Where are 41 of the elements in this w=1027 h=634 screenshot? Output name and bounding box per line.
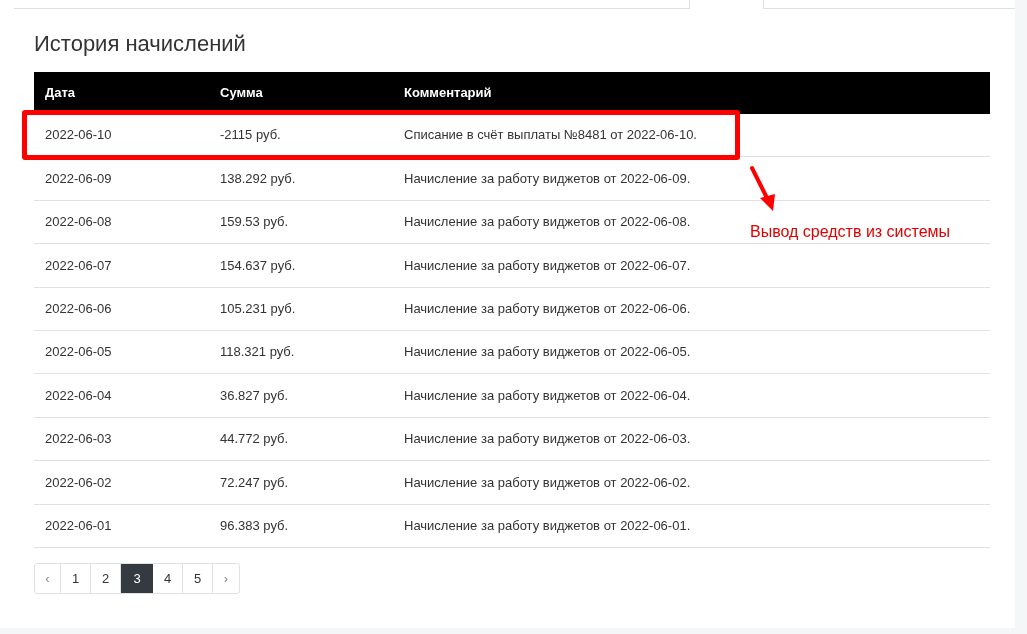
table-cell-text: Начисление за работу виджетов от 2022-06-01. (403, 516, 691, 535)
table-cell-text: 96.383 руб. (219, 516, 290, 535)
table-cell-text: Начисление за работу виджетов от 2022-06-07. (403, 256, 691, 275)
table-cell-text: 154.637 руб. (219, 256, 297, 275)
page-button[interactable]: 4 (153, 563, 183, 593)
column-header: Сумма (219, 84, 264, 103)
column-header: Дата (44, 84, 77, 103)
table-cell-text: 159.53 руб. (219, 213, 290, 232)
table-cell-text: Начисление за работу виджетов от 2022-06-04. (403, 386, 691, 405)
table-cell-text: Начисление за работу виджетов от 2022-06-02. (403, 473, 691, 492)
next-page-button[interactable]: › (213, 563, 239, 593)
table-cell-text: Начисление за работу виджетов от 2022-06-05. (403, 343, 691, 362)
page-button[interactable]: 3 (121, 563, 153, 593)
table-cell-text: 2022-06-04 (44, 386, 113, 405)
section-title: История начислений (34, 31, 247, 57)
annotation-label: Вывод средств из системы (750, 222, 951, 242)
table-cell-text: 2022-06-06 (44, 300, 113, 318)
table-cell-text: 2022-06-05 (44, 343, 113, 362)
table-cell-text: 2022-06-10 (44, 126, 113, 145)
table-cell-text: 2022-06-03 (44, 430, 113, 449)
previous-page-button[interactable]: ‹ (35, 563, 61, 593)
table-cell-text: 72.247 руб. (219, 473, 290, 492)
table-cell-text: Начисление за работу виджетов от 2022-06-08. (403, 213, 691, 232)
table-cell-text: 2022-06-09 (44, 169, 113, 188)
column-header: Комментарий (403, 84, 492, 103)
table-cell-text: 2022-06-02 (44, 473, 113, 492)
table-cell-text: 2022-06-01 (44, 516, 113, 535)
table-cell-text: Начисление за работу виджетов от 2022-06-03. (403, 430, 691, 449)
table-cell-text: Списание в счёт выплаты №8481 от 2022-06-10. (403, 126, 697, 145)
table-cell-text: 36.827 руб. (219, 386, 290, 405)
page-button[interactable]: 1 (61, 563, 91, 593)
table-cell-text: 118.321 руб. (219, 343, 296, 362)
table-cell-text: Начисление за работу виджетов от 2022-06-06. (403, 300, 691, 318)
page-button[interactable]: 5 (183, 563, 213, 593)
table-cell-text: 44.772 руб. (219, 430, 290, 449)
table-cell-text: 105.231 руб. (219, 300, 297, 318)
table-cell-text: Начисление за работу виджетов от 2022-06-09. (403, 169, 691, 188)
table-cell-text: 138.292 руб. (219, 169, 297, 188)
table-cell-text: 2022-06-08 (44, 213, 113, 232)
table-cell-text: 2022-06-07 (44, 256, 113, 275)
table-cell-text: -2115 руб. (219, 126, 282, 145)
